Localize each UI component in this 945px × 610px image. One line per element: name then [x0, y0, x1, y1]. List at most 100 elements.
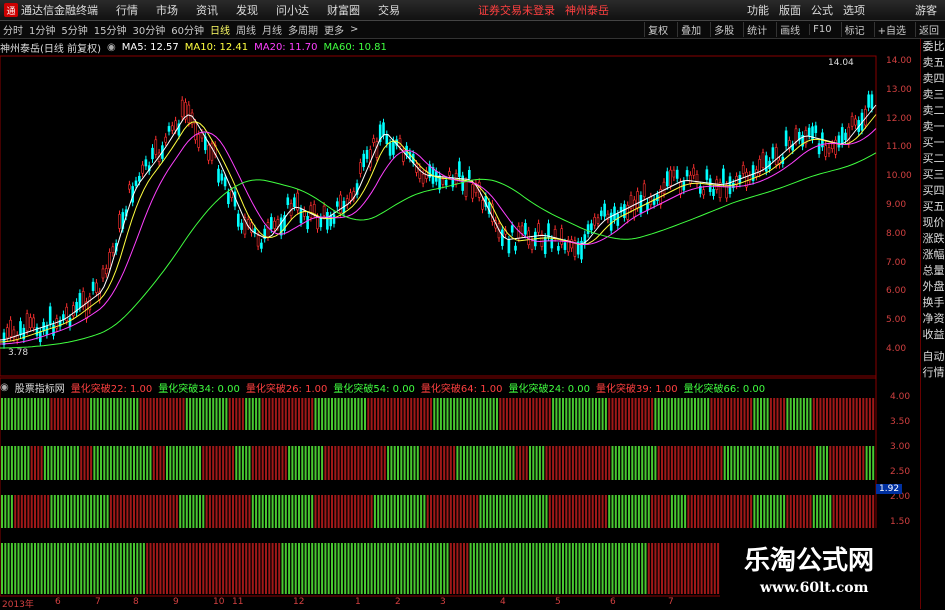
signal-bar: [403, 495, 406, 528]
signal-bar: [512, 543, 515, 594]
candle-body: [685, 170, 689, 177]
candle-body: [365, 149, 369, 159]
signal-bar: [298, 495, 300, 528]
candle-body: [702, 189, 705, 196]
menu-faxian[interactable]: 发现: [236, 2, 258, 18]
quote-panel-item: 委比: [922, 40, 945, 53]
period-15min[interactable]: 15分钟: [94, 22, 127, 37]
signal-bar: [162, 495, 165, 528]
stats-button[interactable]: 统计: [743, 22, 770, 37]
signal-bar: [255, 543, 258, 594]
signal-bar: [601, 495, 604, 528]
draw-button[interactable]: 画线: [776, 22, 803, 37]
period-1min[interactable]: 1分钟: [29, 22, 55, 37]
signal-bar: [100, 446, 102, 480]
period-more[interactable]: 更多: [324, 22, 344, 37]
signal-bar: [651, 398, 654, 430]
guest-button[interactable]: 游客: [915, 2, 937, 18]
period-5min[interactable]: 5分钟: [61, 22, 87, 37]
signal-bar: [535, 398, 538, 430]
period-monthly[interactable]: 月线: [262, 22, 282, 37]
menu-hangqing[interactable]: 行情: [116, 2, 138, 18]
signal-bar: [723, 446, 726, 480]
signal-bar: [133, 446, 135, 480]
signal-bar: [390, 543, 393, 594]
signal-bar: [380, 543, 383, 594]
menu-xuanxiang[interactable]: 选项: [843, 2, 865, 18]
period-daily[interactable]: 日线: [210, 22, 230, 37]
signal-bar: [667, 446, 670, 480]
signal-bar: [40, 398, 43, 430]
mark-button[interactable]: 标记: [840, 22, 868, 37]
signal-bar: [189, 446, 192, 480]
add-favorite-button[interactable]: +自选: [873, 22, 909, 37]
signal-bar: [410, 398, 413, 430]
signal-bar: [832, 398, 835, 430]
signal-bar: [680, 398, 683, 430]
period-toolbar: 分时 1分钟 5分钟 15分钟 30分钟 60分钟 日线 周线 月线 多周期 更…: [0, 21, 945, 39]
signal-bar: [413, 495, 416, 528]
signal-bar: [700, 495, 703, 528]
period-multi[interactable]: 多周期: [288, 22, 318, 37]
signal-bar: [354, 495, 357, 528]
signal-bar: [354, 398, 357, 430]
signal-bar: [202, 398, 205, 430]
candle-body: [25, 313, 29, 332]
signal-bar: [103, 446, 106, 480]
signal-bar: [631, 495, 634, 528]
settings-circle-icon[interactable]: ◉: [107, 42, 116, 53]
signal-bar: [142, 446, 145, 480]
back-button[interactable]: 返回: [915, 22, 942, 37]
signal-bar: [347, 398, 350, 430]
signal-bar: [185, 398, 188, 430]
settings-circle-icon[interactable]: ◉: [0, 382, 9, 393]
signal-bar: [30, 446, 33, 480]
signal-bar: [868, 495, 871, 528]
menu-jiaoyi[interactable]: 交易: [378, 2, 400, 18]
signal-bar: [723, 398, 726, 430]
candle-body: [755, 169, 758, 177]
signal-bar: [545, 446, 548, 480]
fuquan-button[interactable]: 复权: [644, 22, 671, 37]
quote-panel-item[interactable]: 自动: [921, 349, 945, 365]
signal-bar: [552, 495, 555, 528]
menu-gongneng[interactable]: 功能: [747, 2, 769, 18]
candle-body: [603, 203, 606, 217]
date-tick: 6: [610, 597, 616, 607]
signal-bar: [710, 543, 713, 594]
signal-bar: [364, 495, 366, 528]
signal-bar: [591, 398, 594, 430]
menu-wenxiaoda[interactable]: 问小达: [276, 2, 309, 18]
signal-bar: [232, 543, 234, 594]
period-30min[interactable]: 30分钟: [132, 22, 165, 37]
chevron-right-icon[interactable]: >: [350, 24, 358, 35]
signal-bar: [50, 446, 53, 480]
signal-bar: [453, 398, 456, 430]
period-weekly[interactable]: 周线: [236, 22, 256, 37]
signal-bar: [779, 495, 782, 528]
multi-stock-button[interactable]: 多股: [710, 22, 737, 37]
overlay-button[interactable]: 叠加: [677, 22, 704, 37]
signal-bar: [595, 495, 597, 528]
menu-gongshi[interactable]: 公式: [811, 2, 833, 18]
period-fenshi[interactable]: 分时: [3, 22, 23, 37]
signal-bar: [677, 543, 680, 594]
signal-bar: [562, 495, 564, 528]
signal-bar: [664, 446, 667, 480]
login-notice[interactable]: 证券交易未登录: [478, 2, 555, 18]
period-60min[interactable]: 60分钟: [171, 22, 204, 37]
candle-body: [537, 223, 540, 233]
quote-panel-item[interactable]: 行情: [921, 365, 945, 381]
menu-shichang[interactable]: 市场: [156, 2, 178, 18]
candle-body: [583, 234, 587, 246]
signal-bar: [598, 398, 601, 430]
menu-zixun[interactable]: 资讯: [196, 2, 218, 18]
candle-body: [731, 183, 735, 188]
f10-button[interactable]: F10: [809, 24, 834, 35]
menu-banmian[interactable]: 版面: [779, 2, 801, 18]
signal-bar: [274, 398, 277, 430]
signal-bar: [492, 495, 495, 528]
signal-bar: [859, 495, 861, 528]
menu-caifuquan[interactable]: 财富圈: [327, 2, 360, 18]
signal-bar: [753, 495, 756, 528]
